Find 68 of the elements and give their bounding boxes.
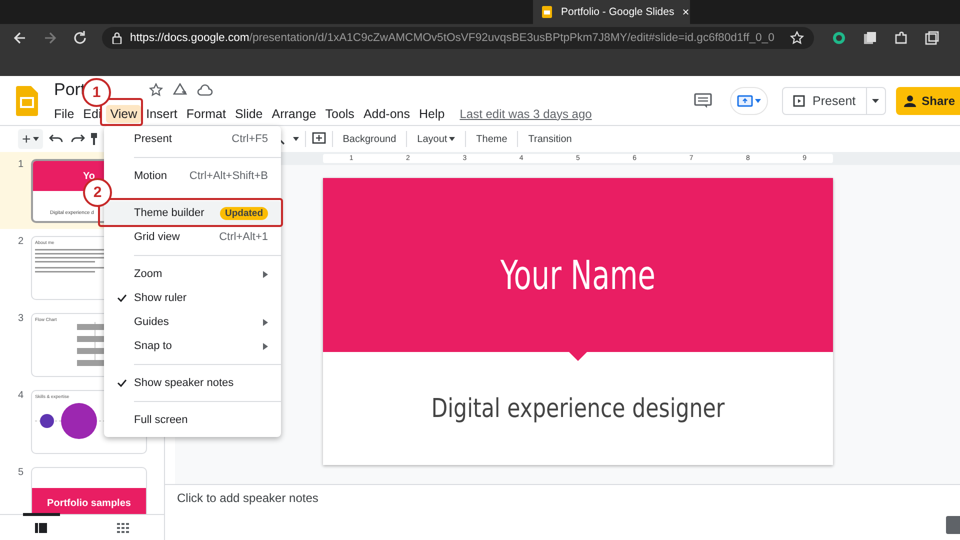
lock-icon (112, 32, 122, 44)
submenu-arrow-icon (263, 270, 268, 278)
menu-item[interactable]: Slide (234, 104, 263, 122)
grid-view-icon[interactable] (117, 522, 129, 532)
toolbar-button[interactable]: Theme (472, 130, 512, 148)
puzzle-icon[interactable] (894, 31, 908, 45)
slide-title[interactable]: Your Name (500, 253, 656, 299)
filmstrip-view-icon[interactable] (35, 522, 47, 532)
speaker-notes-field[interactable]: Click to add speaker notes (177, 491, 318, 505)
share-button[interactable]: Share (896, 86, 960, 114)
extension-icon[interactable] (832, 31, 846, 45)
submenu-arrow-icon (263, 318, 268, 326)
menu-item[interactable]: Insert (146, 104, 178, 122)
slide-number: 5 (17, 467, 25, 480)
close-icon[interactable]: × (682, 5, 690, 19)
menu-option[interactable]: Theme builder Updated (104, 201, 281, 225)
slides-logo-icon (541, 6, 553, 18)
slide-number: 2 (17, 236, 25, 249)
slide-number: 1 (17, 159, 25, 172)
caret-icon (292, 137, 299, 141)
slide-thumbnail[interactable]: Portfolio samples (31, 467, 147, 514)
move-icon[interactable] (173, 82, 188, 96)
forward-icon[interactable] (42, 30, 58, 46)
back-icon[interactable] (12, 30, 28, 46)
caret-icon (449, 137, 456, 141)
menu-item[interactable]: Help (419, 104, 445, 122)
toolbar-button[interactable]: Background (338, 130, 400, 148)
url-text: https://docs.google.com/presentation/d/1xA1C9cZwAMCMOv5tOsVF92uvqsBE3usBPtpPkm7J8MY/edit#slide=id.gc6f80d1ff_0_0 (130, 32, 774, 44)
present-icon (792, 94, 805, 106)
pointer-icon (569, 352, 587, 361)
updated-badge: Updated (220, 206, 268, 220)
caret-icon (32, 137, 39, 141)
new-slide-button[interactable]: + (18, 129, 43, 149)
comment-icon[interactable] (694, 92, 712, 108)
menu-item[interactable]: Add-ons (363, 104, 410, 122)
reload-icon[interactable] (72, 30, 88, 46)
menu-item[interactable]: Arrange (272, 104, 316, 122)
person-icon (904, 94, 916, 106)
menu-item[interactable]: Tools (325, 104, 354, 122)
toolbar-button[interactable]: Layout (413, 130, 460, 148)
present-button[interactable]: Present (782, 86, 886, 114)
cloud-icon[interactable] (197, 84, 214, 96)
tabs-icon[interactable] (925, 31, 939, 45)
slide-number: 4 (17, 390, 25, 403)
slide-subtitle[interactable]: Digital experience designer (431, 394, 725, 424)
collections-icon[interactable] (863, 31, 877, 45)
menu-item[interactable]: View (106, 104, 142, 122)
redo-icon[interactable] (70, 134, 85, 144)
submenu-arrow-icon (263, 342, 268, 350)
slide-canvas[interactable]: Your Name Digital experience designer (323, 178, 833, 465)
browser-tab[interactable]: Portfolio - Google Slides × (533, 0, 690, 24)
screen-share-icon (736, 94, 753, 106)
undo-icon[interactable] (48, 134, 63, 144)
star-icon[interactable] (149, 82, 164, 96)
toolbar-button[interactable]: Transition (524, 130, 576, 148)
slide-number: 3 (17, 313, 25, 326)
caret-icon (754, 98, 761, 102)
menu-item[interactable]: File (54, 104, 74, 122)
menu-item[interactable]: Format (186, 104, 226, 122)
slide-thumbnail-title: Portfolio samples (47, 498, 131, 508)
last-edit-link[interactable]: Last edit was 3 days ago (460, 106, 592, 120)
address-bar[interactable]: https://docs.google.com/presentation/d/1xA1C9cZwAMCMOv5tOsVF92uvqsBE3usBPtpPkm7J8MY/edit#slide=id.gc6f80d1ff_0_0 (102, 27, 814, 49)
meet-button[interactable] (730, 86, 768, 114)
paint-format-icon[interactable] (90, 133, 97, 145)
comment-add-icon[interactable] (312, 132, 326, 146)
menu-option[interactable]: Present Ctrl+F5 (104, 127, 281, 151)
caret-icon (872, 98, 880, 102)
tab-title: Portfolio - Google Slides (561, 6, 674, 18)
